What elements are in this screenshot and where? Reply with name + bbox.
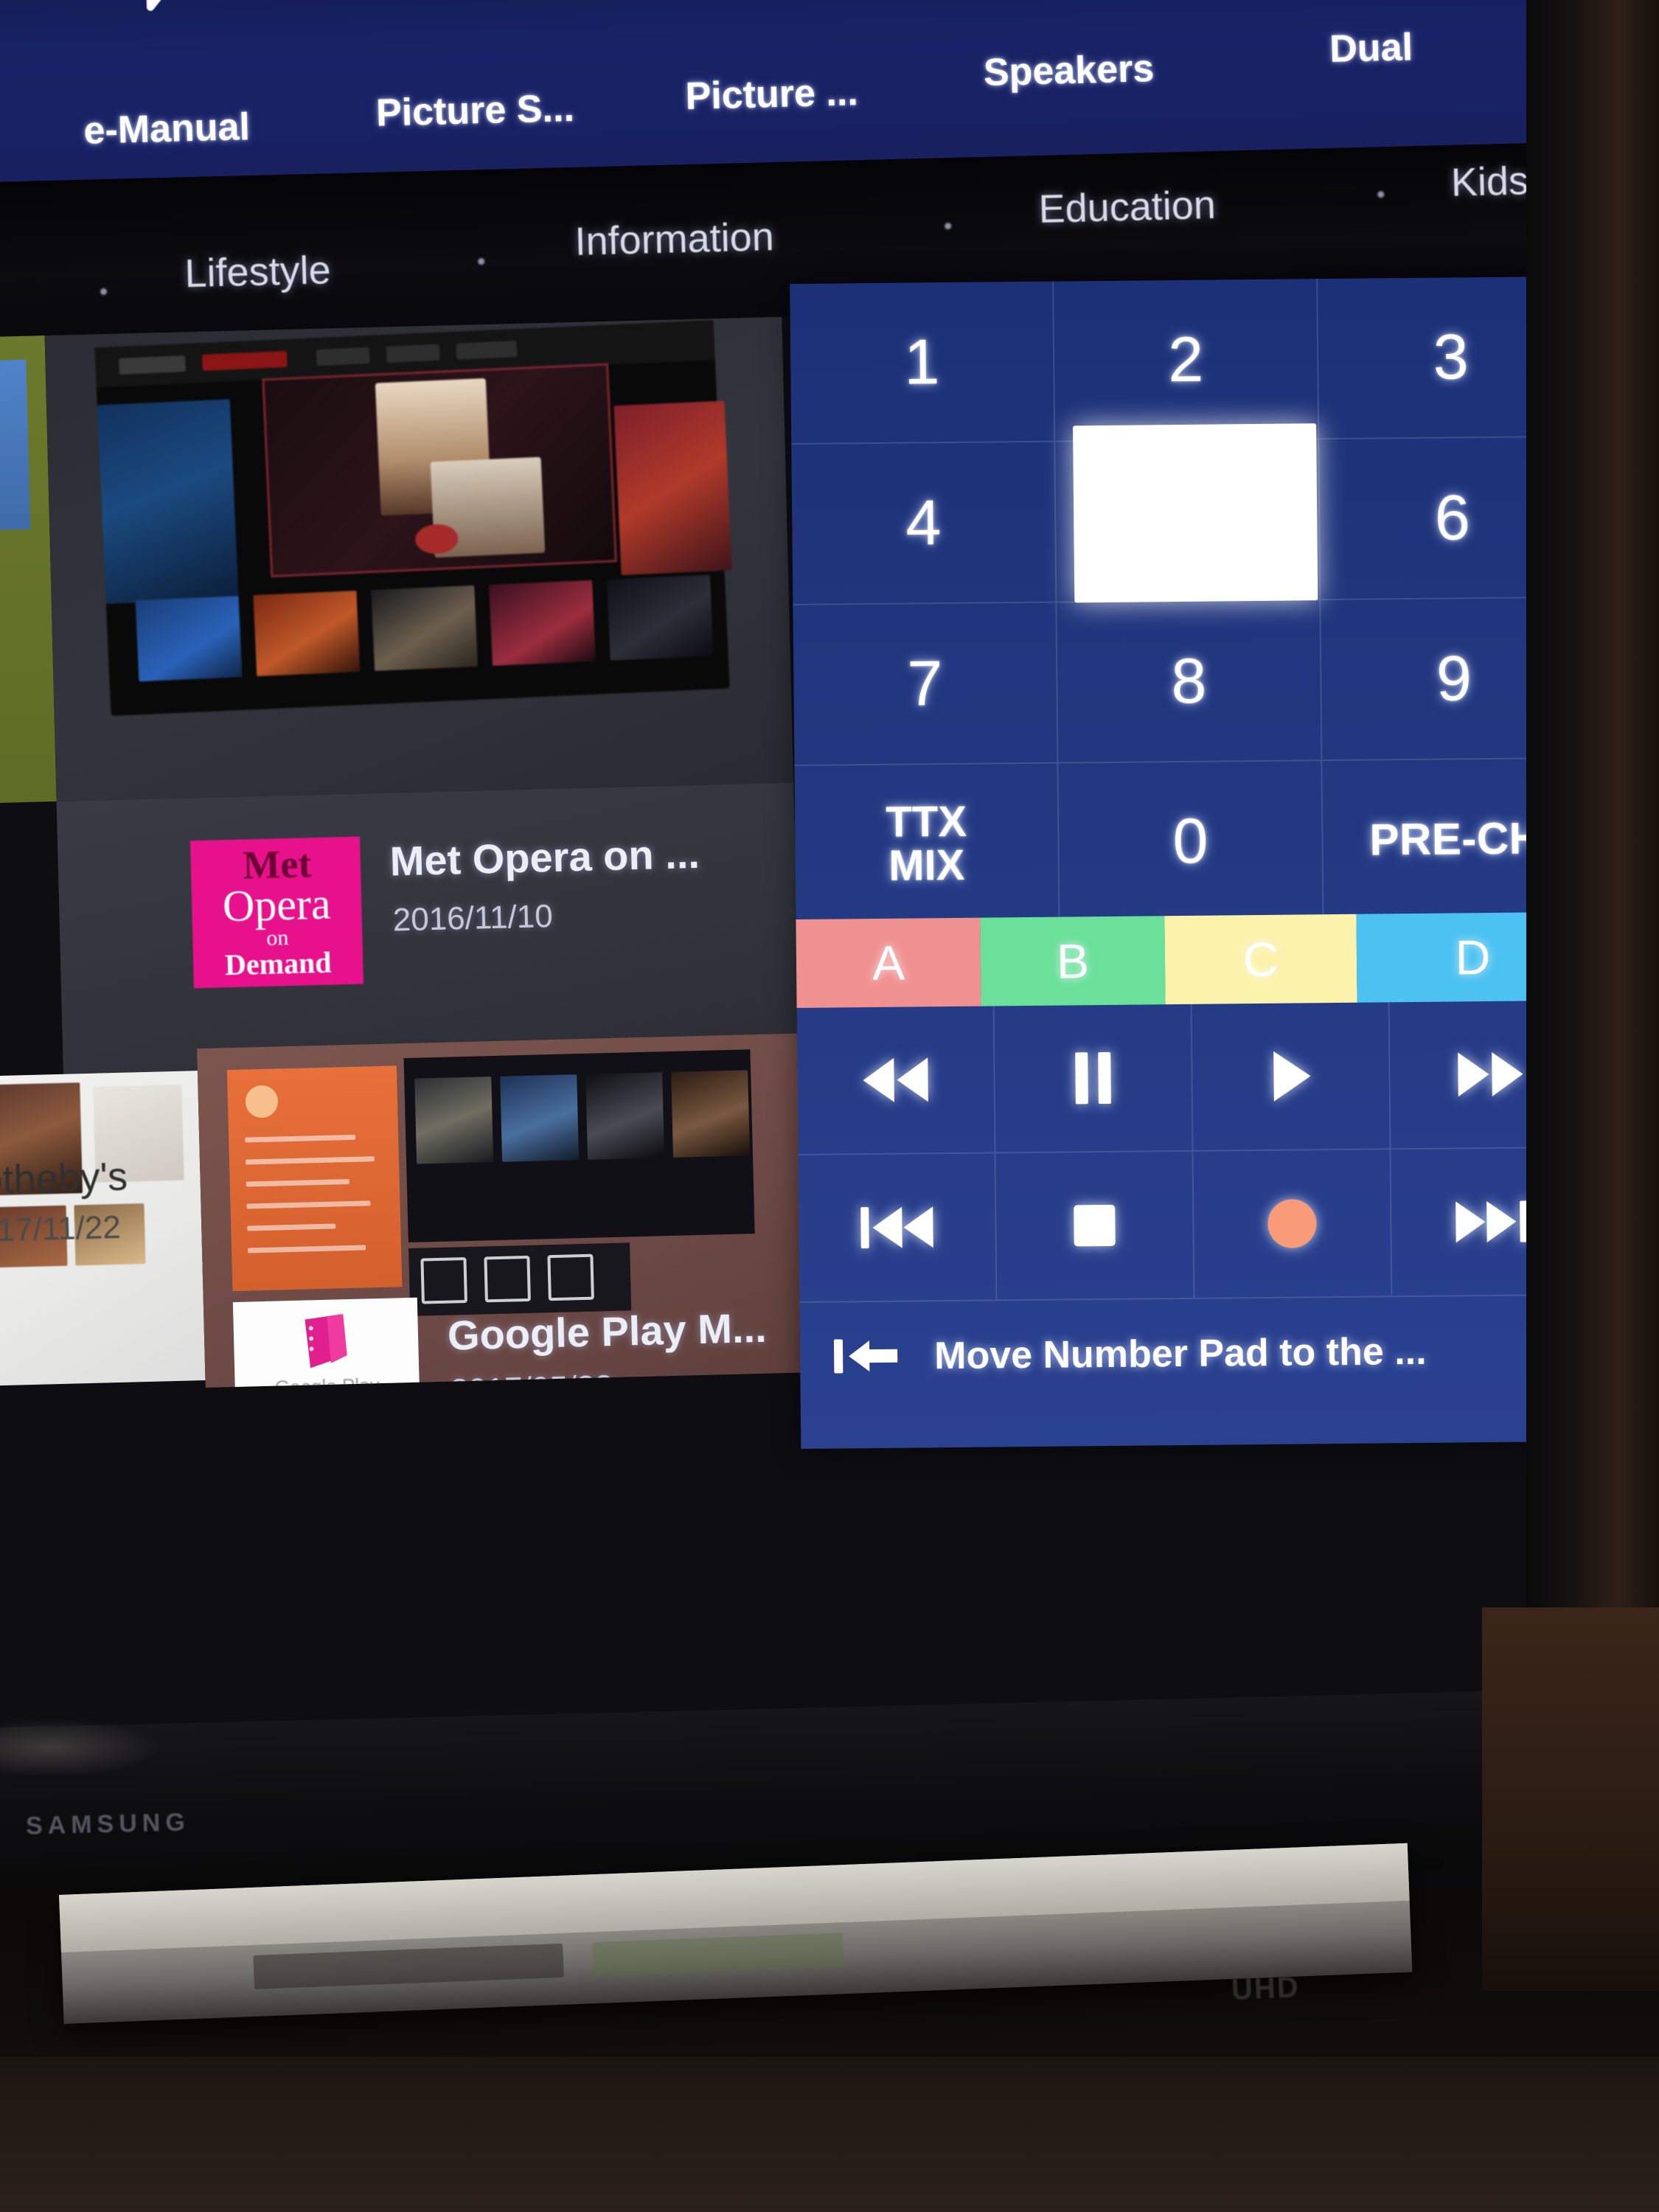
gp-action-strip: [408, 1242, 632, 1316]
genre-item-education[interactable]: Education: [1038, 182, 1217, 232]
move-left-icon: [831, 1331, 902, 1382]
met-opera-logo-line-1: Met: [242, 841, 313, 888]
app-preview-card[interactable]: [44, 296, 794, 801]
table-surface: [0, 2057, 1659, 2212]
skip-previous-button[interactable]: [798, 1153, 998, 1304]
preview-side-thumb: [613, 400, 732, 576]
genre-separator-dot: [100, 288, 108, 296]
genre-separator-dot: [945, 222, 952, 230]
genre-item-information[interactable]: Information: [574, 214, 775, 265]
gp-check-icon: [547, 1253, 594, 1301]
color-key-c[interactable]: C: [1164, 914, 1357, 1005]
preview-featured-video: [262, 363, 617, 578]
photo-of-tv-screen: Met Opera on Demand Met Opera on ... 201…: [0, 0, 1659, 2212]
video-app-preview: [94, 320, 732, 717]
gp-promo-banner: [226, 1065, 403, 1292]
numpad-key-4[interactable]: 4: [791, 442, 1057, 606]
preview-nav-pill: [316, 347, 370, 366]
genre-item-lifestyle[interactable]: Lifestyle: [184, 247, 332, 296]
app-label-picture-s[interactable]: Picture S...: [375, 86, 574, 136]
app-label-e-manual[interactable]: e-Manual: [83, 105, 251, 153]
pause-button[interactable]: [994, 1004, 1194, 1154]
preview-nav-pill: [386, 344, 440, 363]
picture-settings-icon[interactable]: [427, 0, 510, 4]
tile-sothebys[interactable]: otheby's 017/11/22: [0, 1071, 206, 1386]
wall-right-wood: [1482, 1607, 1659, 1991]
e-manual-icon[interactable]: [121, 0, 204, 18]
genre-separator-dot: [1377, 191, 1385, 198]
app-label-dual[interactable]: Dual: [1329, 25, 1413, 72]
app-label-speakers[interactable]: Speakers: [983, 46, 1155, 95]
google-play-movies-logo: Google Play Movies & TV: [232, 1297, 421, 1388]
numpad-key-ttx-mix[interactable]: TTX MIX: [794, 763, 1060, 926]
rewind-button[interactable]: [796, 1006, 996, 1156]
tile-title-met-opera: Met Opera on ...: [389, 830, 700, 885]
uhd-badge: UHD: [1231, 1971, 1301, 2006]
tile-date-met-opera: 2016/11/10: [392, 897, 554, 939]
app-label-picture[interactable]: Picture ...: [685, 70, 859, 119]
color-key-b[interactable]: B: [980, 916, 1166, 1006]
move-number-pad-label: Move Number Pad to the ...: [933, 1329, 1427, 1378]
numpad-ttx-label: TTX: [886, 797, 967, 846]
gp-banner-dot-icon: [245, 1085, 279, 1119]
number-pad-keys: 1 2 3 4 6 7 8 9 TTX MIX 0 PRE-CH: [790, 276, 1589, 926]
move-number-pad-bar[interactable]: Move Number Pad to the ...: [799, 1295, 1593, 1412]
tile-date-google-play: 2017/05/22: [450, 1368, 613, 1388]
numpad-key-1[interactable]: 1: [790, 281, 1056, 445]
gp-movie-collage: [403, 1049, 755, 1243]
stop-button[interactable]: [995, 1151, 1195, 1301]
tile-title-google-play: Google Play M...: [447, 1304, 768, 1359]
gp-logo-line-1: Google Play: [274, 1373, 380, 1388]
numpad-selected-highlight-5[interactable]: [1073, 423, 1318, 603]
decorative-blue-strip: [0, 359, 31, 531]
tv-screen-panel: Met Opera on Demand Met Opera on ... 201…: [0, 0, 1645, 1740]
preview-nav-pill: [118, 355, 186, 375]
number-pad-overlay[interactable]: 1 2 3 4 6 7 8 9 TTX MIX 0 PRE-CH A B C D…: [790, 276, 1594, 1449]
gp-play-icon: [484, 1255, 531, 1303]
gp-list-icon: [420, 1257, 467, 1304]
bezel-light-glare: [0, 1718, 162, 1777]
numpad-key-8[interactable]: 8: [1057, 600, 1323, 764]
numpad-key-7[interactable]: 7: [793, 602, 1059, 767]
color-key-row: A B C D: [796, 911, 1590, 1009]
play-button[interactable]: [1192, 1002, 1391, 1152]
met-opera-logo: Met Opera on Demand: [189, 836, 364, 989]
transport-controls: [796, 1000, 1593, 1304]
genre-separator-dot: [478, 257, 485, 265]
numpad-key-0[interactable]: 0: [1058, 761, 1324, 923]
met-opera-logo-line-2: Opera: [222, 879, 332, 931]
samsung-brand-logo: SAMSUNG: [25, 1808, 191, 1840]
color-key-a[interactable]: A: [796, 917, 981, 1009]
soundbar-vent: [253, 1943, 564, 1989]
tile-title-sothebys: otheby's: [0, 1154, 128, 1203]
record-button[interactable]: [1193, 1150, 1393, 1299]
preview-nav-pill: [456, 341, 518, 360]
tv-right-bezel-and-wall: [1526, 0, 1659, 1814]
numpad-key-2[interactable]: 2: [1054, 279, 1320, 442]
soundbar-vent: [592, 1933, 844, 1977]
tile-date-sothebys: 017/11/22: [0, 1208, 122, 1249]
preview-side-thumb: [97, 399, 239, 605]
met-opera-logo-line-4: Demand: [224, 945, 332, 981]
met-opera-logo-line-3: on: [265, 925, 289, 950]
tile-google-play-movies[interactable]: Google Play Movies & TV Google Play M...…: [197, 1032, 869, 1388]
play-movies-glyph-icon: [297, 1312, 355, 1372]
genre-item-kids[interactable]: Kids: [1450, 158, 1529, 206]
numpad-mix-label: MIX: [888, 841, 965, 890]
